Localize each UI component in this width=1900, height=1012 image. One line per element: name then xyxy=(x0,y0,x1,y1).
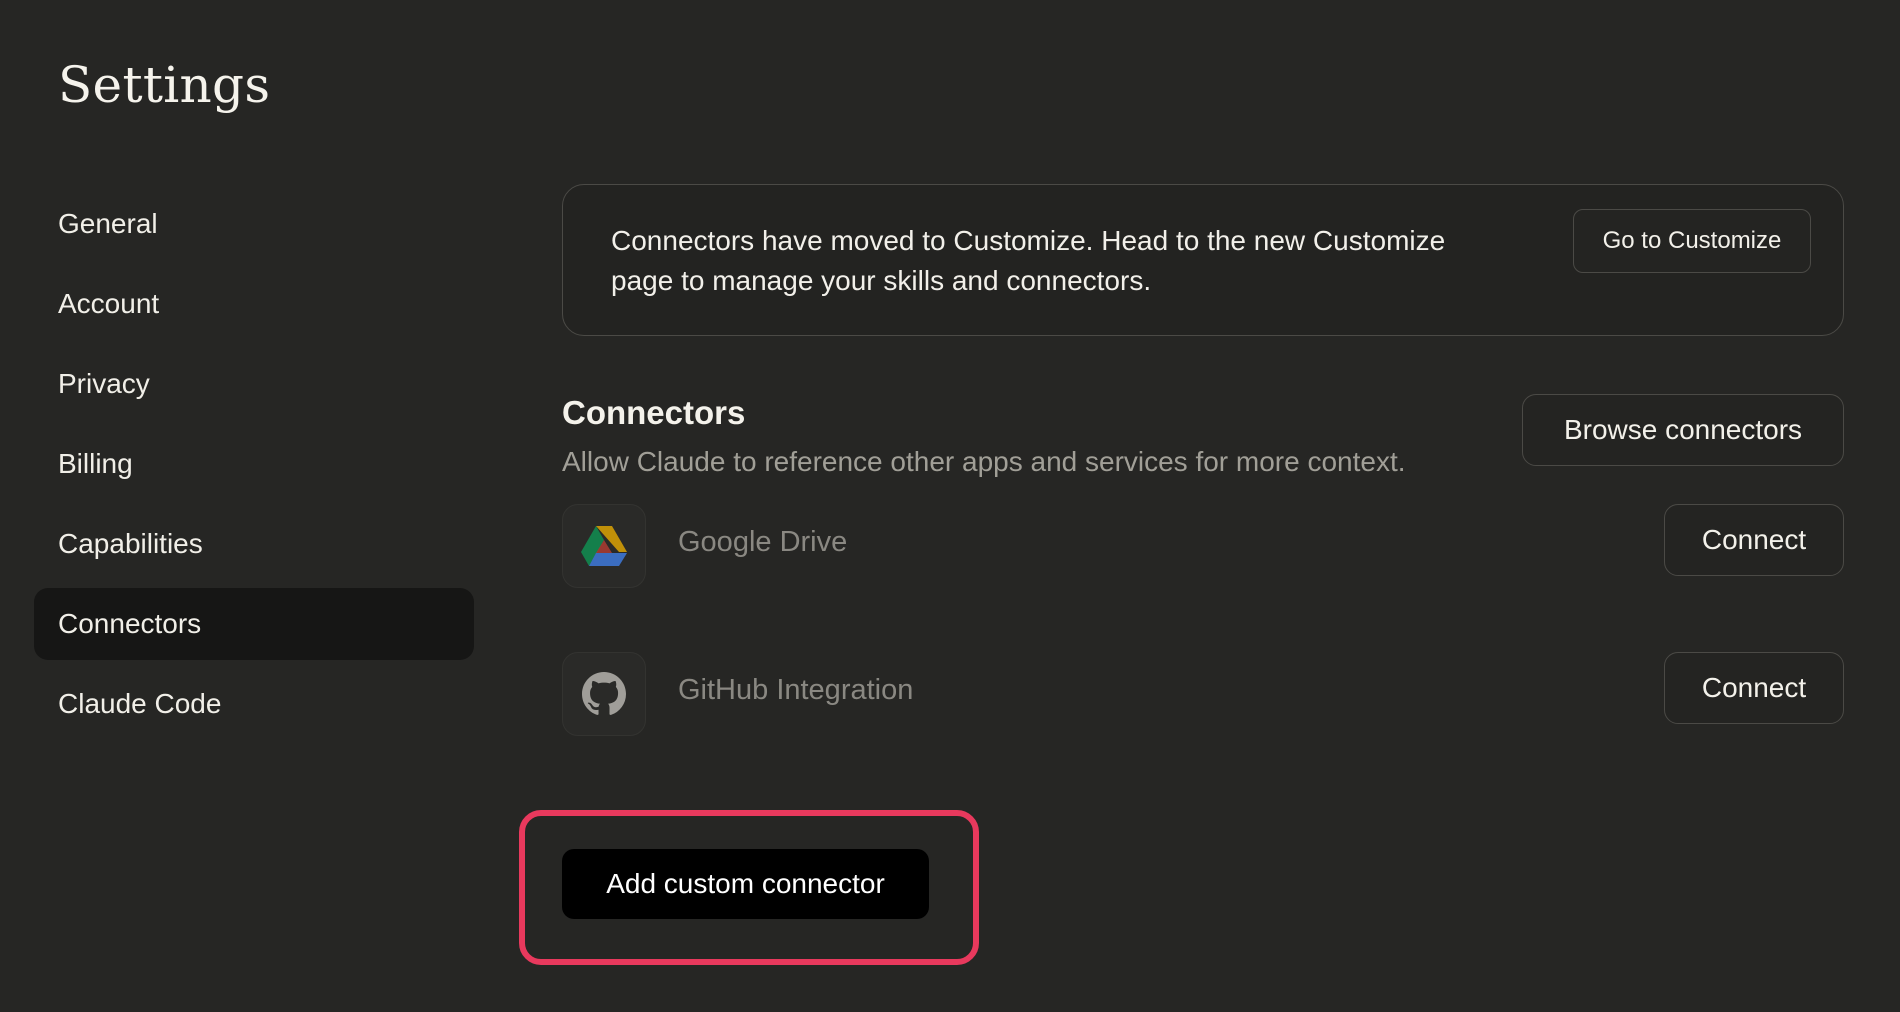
connector-row-github: GitHub Integration Connect xyxy=(562,652,1844,736)
connect-google-drive-button[interactable]: Connect xyxy=(1664,504,1844,576)
google-drive-icon xyxy=(562,504,646,588)
go-to-customize-button[interactable]: Go to Customize xyxy=(1573,209,1811,273)
sidebar-item-account[interactable]: Account xyxy=(34,268,474,340)
add-custom-connector-button[interactable]: Add custom connector xyxy=(562,849,929,919)
section-title: Connectors xyxy=(562,394,746,431)
browse-connectors-button[interactable]: Browse connectors xyxy=(1522,394,1844,466)
section-description: Allow Claude to reference other apps and… xyxy=(562,446,1406,477)
connector-name: Google Drive xyxy=(678,526,848,558)
customize-notice-banner: Connectors have moved to Customize. Head… xyxy=(562,184,1844,336)
sidebar-item-connectors[interactable]: Connectors xyxy=(34,588,474,660)
sidebar-item-general[interactable]: General xyxy=(34,188,474,260)
connect-github-button[interactable]: Connect xyxy=(1664,652,1844,724)
connectors-panel: Connectors have moved to Customize. Head… xyxy=(562,184,1844,800)
notice-text: Connectors have moved to Customize. Head… xyxy=(611,225,1446,296)
sidebar-item-billing[interactable]: Billing xyxy=(34,428,474,500)
sidebar-item-capabilities[interactable]: Capabilities xyxy=(34,508,474,580)
connectors-section-header: Connectors Allow Claude to reference oth… xyxy=(562,394,1844,504)
settings-page: Settings General Account Privacy Billing… xyxy=(0,0,1900,1012)
connector-name: GitHub Integration xyxy=(678,674,914,706)
sidebar-item-claude-code[interactable]: Claude Code xyxy=(34,668,474,740)
github-icon xyxy=(562,652,646,736)
settings-sidebar: General Account Privacy Billing Capabili… xyxy=(34,188,474,748)
sidebar-item-privacy[interactable]: Privacy xyxy=(34,348,474,420)
page-title: Settings xyxy=(58,56,271,114)
connector-row-google-drive: Google Drive Connect xyxy=(562,504,1844,588)
